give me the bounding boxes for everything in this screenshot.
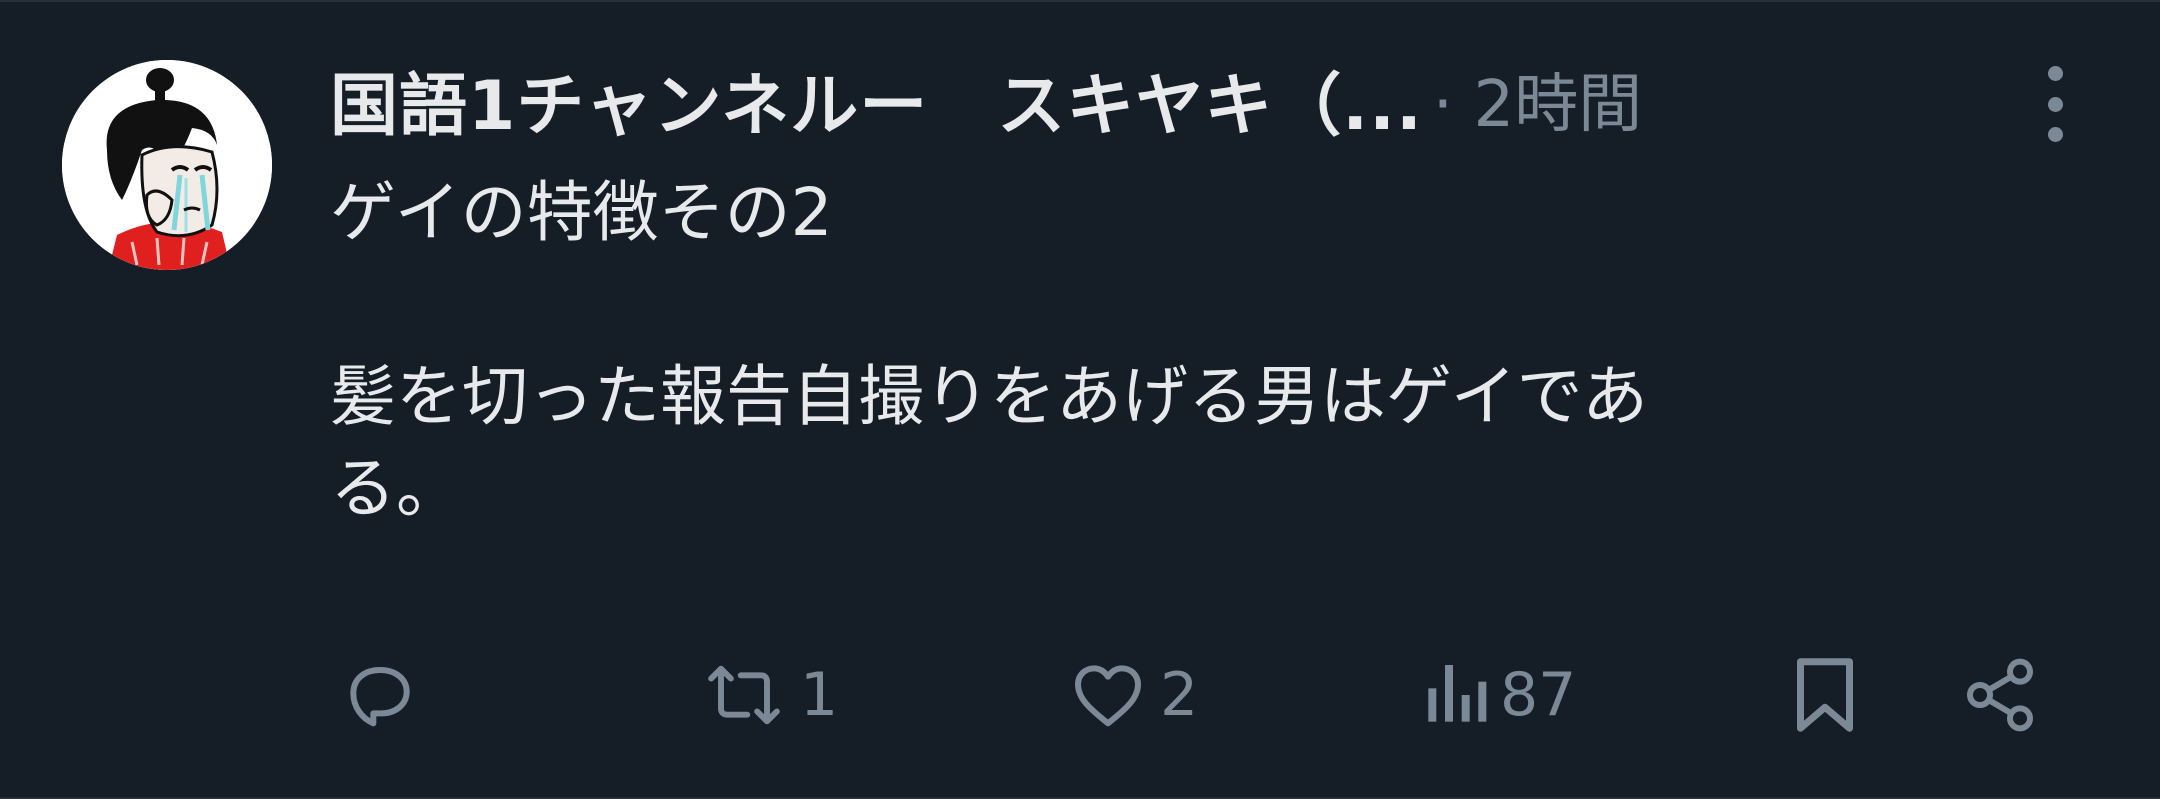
reply-button[interactable] xyxy=(340,650,430,740)
like-count: 2 xyxy=(1160,660,1199,730)
views-button[interactable]: 87 xyxy=(1420,650,1576,740)
repost-count: 1 xyxy=(800,660,839,730)
avatar-image xyxy=(62,60,272,270)
post-text-line xyxy=(330,259,2050,351)
repost-button[interactable]: 1 xyxy=(698,650,838,740)
share-button[interactable] xyxy=(1960,650,2040,740)
reply-icon xyxy=(350,667,410,727)
heart-icon xyxy=(1075,665,1141,727)
views-icon xyxy=(1428,665,1487,722)
post-text-line: ゲイの特徴その2 xyxy=(330,174,833,251)
post-header: 国語1チャンネルー スキヤキ（... · 2時間 xyxy=(330,53,2020,146)
more-options-button[interactable] xyxy=(2030,66,2080,142)
views-count: 87 xyxy=(1500,660,1577,730)
post-body: ゲイの特徴その2 髪を切った報告自撮りをあげる男はゲイであ る。 xyxy=(330,167,2050,535)
bookmark-icon xyxy=(1797,658,1853,732)
bookmark-button[interactable] xyxy=(1790,650,1860,740)
repost-icon xyxy=(708,665,780,725)
avatar[interactable] xyxy=(62,60,272,270)
post-timestamp[interactable]: · 2時間 xyxy=(1433,53,1642,145)
post-card[interactable]: 国語1チャンネルー スキヤキ（... · 2時間 ゲイの特徴その2 髪を切った報… xyxy=(0,0,2160,799)
more-vertical-icon-dot xyxy=(2047,127,2063,142)
post-text-line: る。 xyxy=(330,450,462,527)
like-button[interactable]: 2 xyxy=(1066,650,1198,740)
post-text-line: 髪を切った報告自撮りをあげる男はゲイであ xyxy=(330,358,1649,435)
share-icon xyxy=(1967,658,2033,732)
more-vertical-icon-dot xyxy=(2047,96,2063,112)
more-vertical-icon xyxy=(2047,66,2063,81)
action-bar: 1 2 87 xyxy=(330,650,2050,740)
display-name[interactable]: 国語1チャンネルー スキヤキ（... xyxy=(330,50,1423,149)
